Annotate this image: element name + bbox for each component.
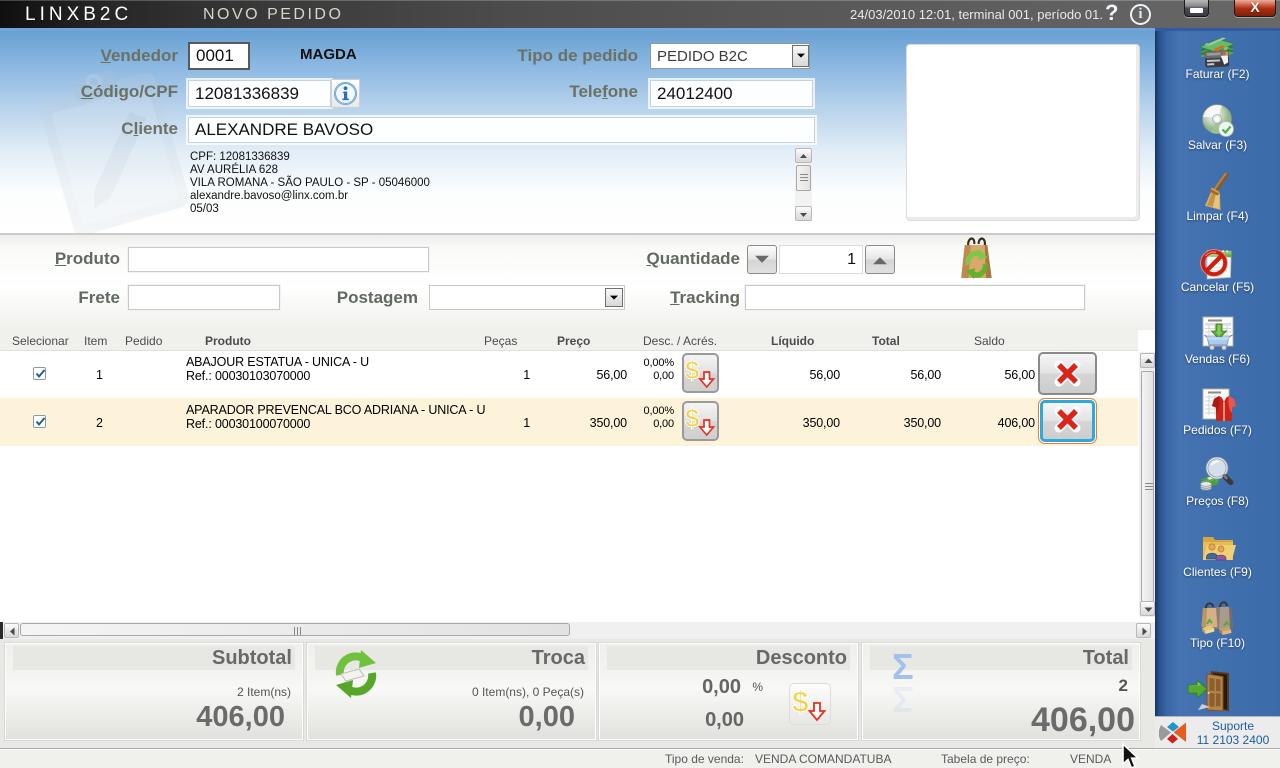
svg-text:$: $ xyxy=(685,403,700,433)
svg-text:$: $ xyxy=(792,686,809,719)
svg-text:$: $ xyxy=(685,355,700,385)
